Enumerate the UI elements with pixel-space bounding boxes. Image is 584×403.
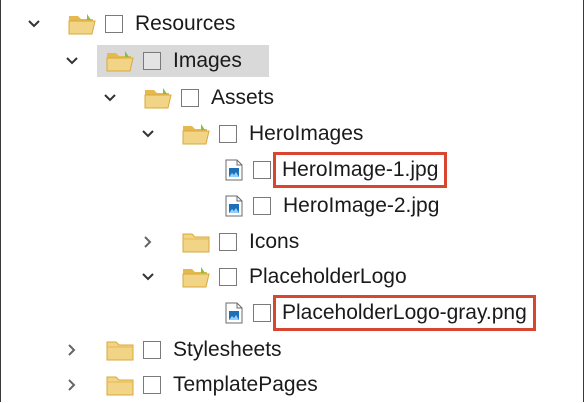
tree-node-label: HeroImage-1.jpg — [273, 152, 448, 188]
tree-node-label: PlaceholderLogo — [249, 265, 407, 288]
tree-node-label: Stylesheets — [173, 338, 282, 361]
checkbox[interactable] — [105, 15, 123, 33]
checkbox[interactable] — [143, 52, 161, 70]
checkbox[interactable] — [253, 197, 271, 215]
tree-node-label: PlaceholderLogo-gray.png — [273, 295, 536, 331]
tree-node-heroimages[interactable]: HeroImages — [142, 116, 365, 152]
tree-node-label: Assets — [211, 86, 275, 109]
file-tree: Resources Images Assets HeroImages HeroI… — [1, 0, 584, 402]
folder-icon — [105, 338, 135, 362]
chevron-down-icon[interactable] — [141, 127, 155, 141]
folder-open-icon — [67, 12, 97, 36]
tree-node-icons[interactable]: Icons — [144, 224, 301, 260]
checkbox[interactable] — [143, 376, 161, 394]
chevron-down-icon[interactable] — [27, 17, 41, 31]
checkbox[interactable] — [253, 161, 271, 179]
tree-node-templatepages[interactable]: TemplatePages — [68, 367, 320, 403]
chevron-down-icon[interactable] — [141, 270, 155, 284]
checkbox[interactable] — [219, 233, 237, 251]
tree-node-placeholderlogo-gray[interactable]: PlaceholderLogo-gray.png — [221, 295, 536, 331]
tree-node-label: HeroImage-2.jpg — [283, 194, 440, 217]
file-tree-panel: Resources Images Assets HeroImages HeroI… — [0, 0, 584, 402]
tree-node-label: Icons — [249, 230, 300, 253]
tree-node-assets[interactable]: Assets — [104, 80, 276, 116]
folder-open-icon — [105, 49, 135, 73]
image-file-icon — [225, 159, 243, 181]
checkbox[interactable] — [219, 125, 237, 143]
folder-open-icon — [181, 122, 211, 146]
checkbox[interactable] — [219, 268, 237, 286]
tree-node-images[interactable]: Images — [66, 43, 269, 79]
tree-node-label: Resources — [135, 12, 236, 35]
tree-node-label: Images — [173, 49, 242, 72]
image-file-icon — [225, 195, 243, 217]
tree-node-placeholderlogo[interactable]: PlaceholderLogo — [142, 259, 409, 295]
folder-open-icon — [143, 86, 173, 110]
checkbox[interactable] — [143, 341, 161, 359]
checkbox[interactable] — [253, 304, 271, 322]
folder-icon — [105, 373, 135, 397]
tree-node-stylesheets[interactable]: Stylesheets — [68, 332, 284, 368]
image-file-icon — [225, 302, 243, 324]
tree-node-label: HeroImages — [249, 122, 364, 145]
folder-open-icon — [181, 265, 211, 289]
chevron-right-icon[interactable] — [65, 378, 79, 392]
tree-node-heroimage-2[interactable]: HeroImage-2.jpg — [221, 188, 441, 224]
folder-icon — [181, 230, 211, 254]
chevron-right-icon[interactable] — [65, 343, 79, 357]
chevron-right-icon[interactable] — [141, 235, 155, 249]
tree-node-resources[interactable]: Resources — [28, 6, 237, 42]
chevron-down-icon[interactable] — [65, 54, 79, 68]
chevron-down-icon[interactable] — [103, 91, 117, 105]
checkbox[interactable] — [181, 89, 199, 107]
tree-node-label: TemplatePages — [173, 373, 318, 396]
tree-node-heroimage-1[interactable]: HeroImage-1.jpg — [221, 152, 448, 188]
